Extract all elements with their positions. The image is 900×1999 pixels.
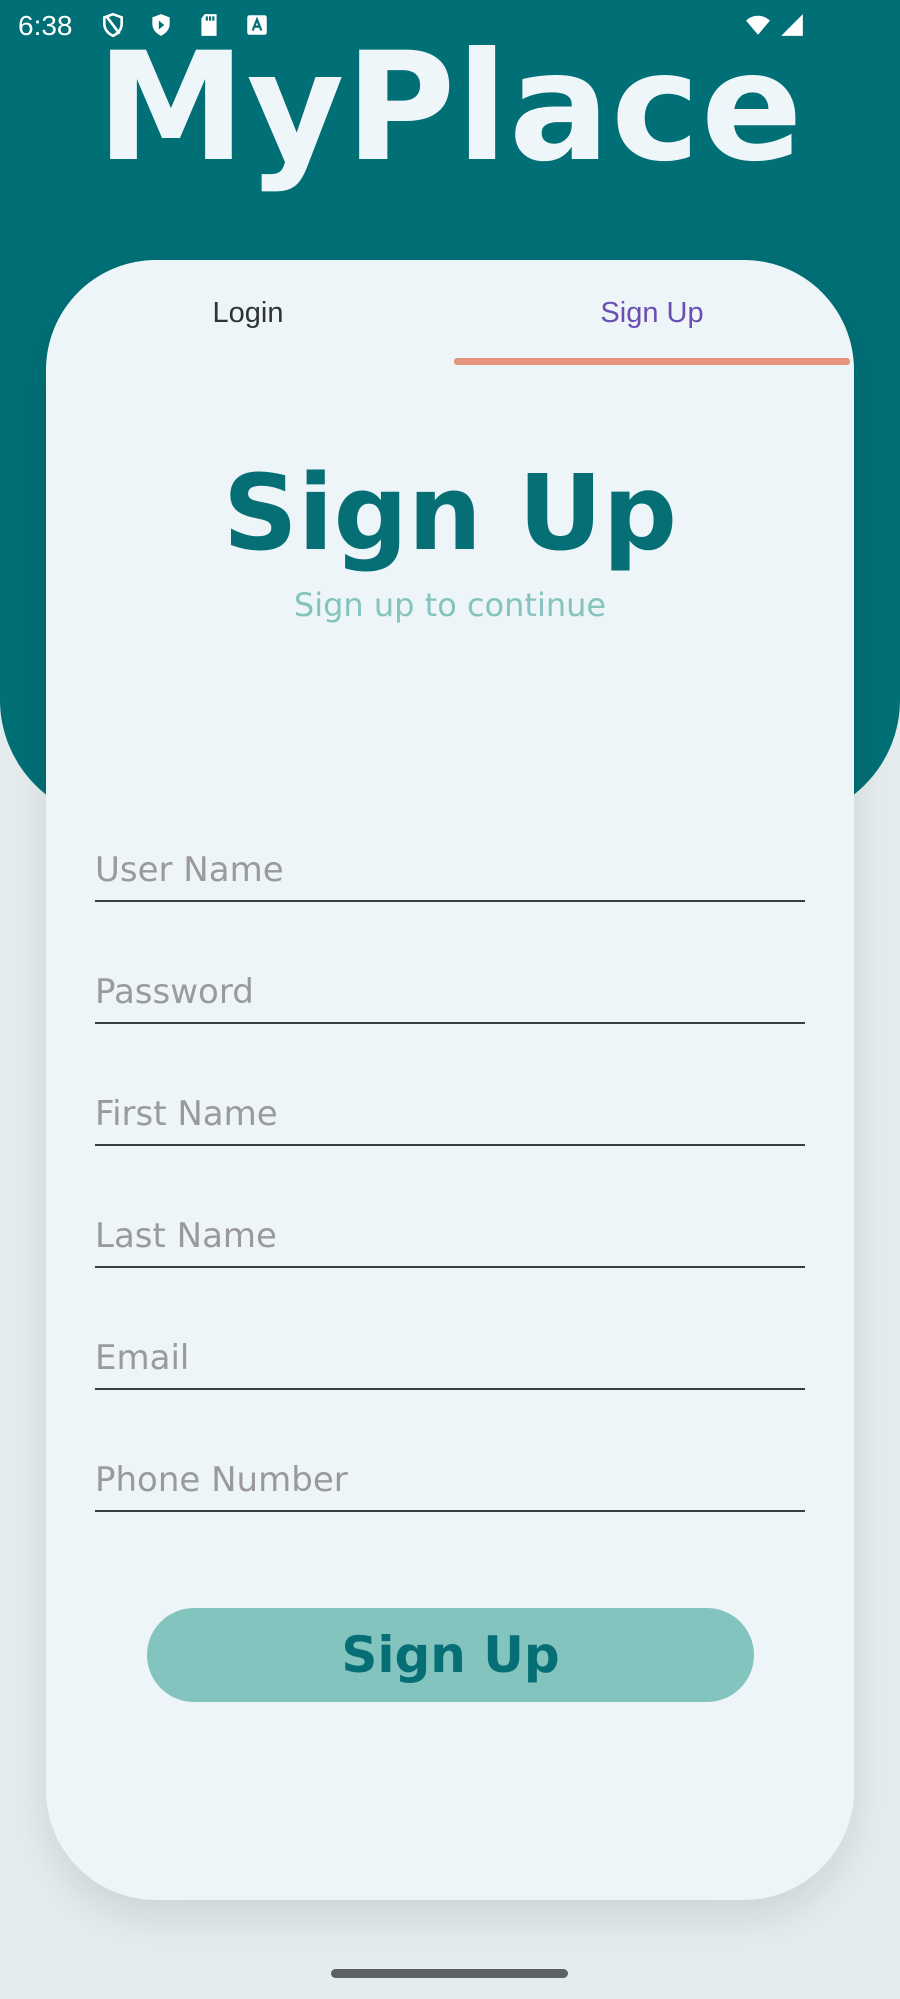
app-title: MyPlace xyxy=(96,21,804,195)
page-subheading: Sign up to continue xyxy=(293,586,607,624)
first-name-field xyxy=(95,1082,805,1146)
password-input[interactable] xyxy=(95,972,805,1012)
user-name-input[interactable] xyxy=(95,850,805,890)
sign-up-button[interactable]: Sign Up xyxy=(147,1608,754,1702)
phone-number-input[interactable] xyxy=(95,1460,805,1500)
email-input[interactable] xyxy=(95,1338,805,1378)
phone-number-field xyxy=(95,1448,805,1512)
first-name-input[interactable] xyxy=(95,1094,805,1134)
page-heading: Sign Up xyxy=(222,452,678,574)
last-name-input[interactable] xyxy=(95,1216,805,1256)
email-field xyxy=(95,1326,805,1390)
tab-sign-up[interactable]: Sign Up xyxy=(450,260,854,366)
user-name-field xyxy=(95,838,805,902)
last-name-field xyxy=(95,1204,805,1268)
auth-tabs: Login Sign Up xyxy=(46,260,854,366)
password-field xyxy=(95,960,805,1024)
tab-selected-indicator xyxy=(454,358,850,365)
tab-login[interactable]: Login xyxy=(46,260,450,366)
home-indicator[interactable] xyxy=(331,1969,568,1978)
auth-card: Login Sign Up Sign Up Sign up to continu… xyxy=(46,260,854,1900)
